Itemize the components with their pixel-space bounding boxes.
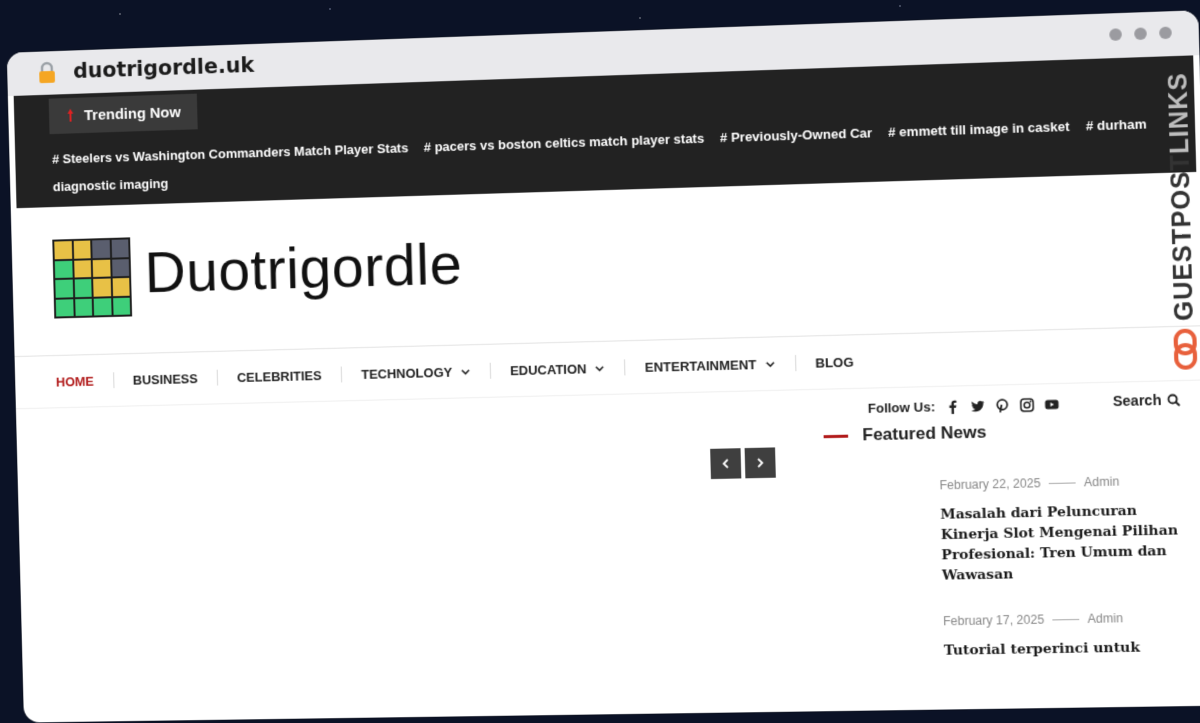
nav-item-home[interactable]: HOME [54, 370, 114, 391]
news-meta: February 22, 2025 Admin [939, 473, 1198, 493]
logo-tile [92, 240, 109, 258]
news-title-link[interactable]: Masalah dari Peluncuran Kinerja Slot Men… [940, 499, 1200, 585]
social-links [945, 397, 1059, 414]
logo-tile [111, 239, 129, 257]
logo-tile [73, 241, 90, 259]
meta-divider [1049, 482, 1076, 484]
follow-us-label: Follow Us: [868, 399, 936, 416]
window-dot-icon[interactable] [1134, 27, 1147, 40]
trending-link[interactable]: # pacers vs boston celtics match player … [424, 131, 705, 155]
pinterest-icon[interactable] [995, 398, 1010, 413]
nav-item-celebrities[interactable]: CELEBRITIES [217, 365, 342, 388]
featured-news-heading: Featured News [823, 422, 986, 446]
heading-accent-bar [824, 434, 849, 438]
address-bar-url[interactable]: duotrigordle.uk [73, 53, 255, 83]
browser-window: duotrigordle.uk Trending Now # Steelers … [7, 10, 1200, 722]
badge-text-dark: GUESTPOST [1165, 154, 1199, 322]
badge-text-light: LINKS [1163, 72, 1194, 155]
news-author[interactable]: Admin [1087, 611, 1123, 626]
meta-divider [1052, 618, 1079, 619]
nav-label: BLOG [815, 354, 854, 370]
window-controls [1109, 27, 1172, 41]
window-dot-icon[interactable] [1109, 28, 1122, 41]
trending-now-button[interactable]: Trending Now [49, 94, 198, 135]
badge-text: GUESTPOSTLINKS [1163, 72, 1200, 321]
news-meta: February 17, 2025 Admin [943, 610, 1200, 629]
nav-label: CELEBRITIES [237, 368, 322, 385]
trending-link[interactable]: # Steelers vs Washington Commanders Matc… [52, 140, 409, 166]
nav-label: ENTERTAINMENT [645, 357, 757, 375]
nav-item-technology[interactable]: TECHNOLOGY [341, 361, 490, 385]
logo-tile [74, 260, 91, 278]
trending-label: Trending Now [84, 104, 181, 124]
logo-tile [56, 299, 73, 317]
trending-link[interactable]: # emmett till image in casket [888, 119, 1070, 140]
logo-tile [112, 278, 130, 296]
logo-tile [94, 298, 111, 316]
window-dot-icon[interactable] [1159, 27, 1172, 40]
slider-controls [710, 447, 776, 479]
news-item: February 17, 2025 Admin Tutorial terperi… [943, 610, 1200, 661]
facebook-icon[interactable] [945, 399, 960, 414]
news-title-link[interactable]: Tutorial terperinci untuk [944, 636, 1200, 661]
twitter-icon[interactable] [970, 398, 985, 413]
follow-us: Follow Us: [868, 396, 1059, 416]
logo-tile [55, 260, 72, 278]
pin-icon [62, 108, 78, 124]
news-item: February 22, 2025 Admin Masalah dari Pel… [939, 473, 1200, 586]
slider-prev-button[interactable] [710, 448, 741, 479]
nav-label: HOME [56, 373, 94, 389]
instagram-icon[interactable] [1019, 397, 1034, 412]
news-date[interactable]: February 17, 2025 [943, 612, 1044, 628]
lock-icon [36, 61, 58, 83]
nav-label: BUSINESS [133, 371, 198, 387]
search-label: Search [1113, 392, 1162, 409]
chevron-left-icon [719, 457, 731, 469]
duotrigordle-logo-icon[interactable] [52, 237, 132, 318]
logo-tile [93, 259, 110, 277]
chevron-right-icon [754, 457, 766, 469]
logo-tile [93, 278, 110, 296]
logo-tile [54, 241, 71, 259]
chevron-down-icon [765, 359, 774, 368]
nav-item-entertainment[interactable]: ENTERTAINMENT [624, 353, 795, 377]
logo-tile [55, 280, 72, 298]
youtube-icon[interactable] [1044, 397, 1059, 412]
search-button[interactable]: Search [1113, 391, 1181, 409]
logo-tile [113, 297, 131, 315]
chevron-down-icon [461, 367, 470, 376]
slider-next-button[interactable] [745, 447, 776, 478]
chevron-down-icon [595, 363, 604, 372]
nav-label: TECHNOLOGY [361, 364, 452, 381]
featured-news-title: Featured News [862, 422, 987, 445]
nav-item-blog[interactable]: BLOG [795, 351, 875, 373]
news-date[interactable]: February 22, 2025 [939, 476, 1040, 492]
news-author[interactable]: Admin [1084, 474, 1120, 489]
logo-tile [112, 259, 130, 277]
link-chain-icon [1171, 329, 1199, 371]
nav-label: EDUCATION [510, 361, 587, 378]
site-title[interactable]: Duotrigordle [144, 231, 463, 307]
logo-tile [74, 279, 91, 297]
logo-tile [75, 298, 92, 316]
nav-item-education[interactable]: EDUCATION [490, 357, 625, 380]
nav-item-business[interactable]: BUSINESS [113, 368, 218, 390]
search-icon [1166, 393, 1180, 407]
trending-link[interactable]: # Previously-Owned Car [720, 125, 873, 145]
